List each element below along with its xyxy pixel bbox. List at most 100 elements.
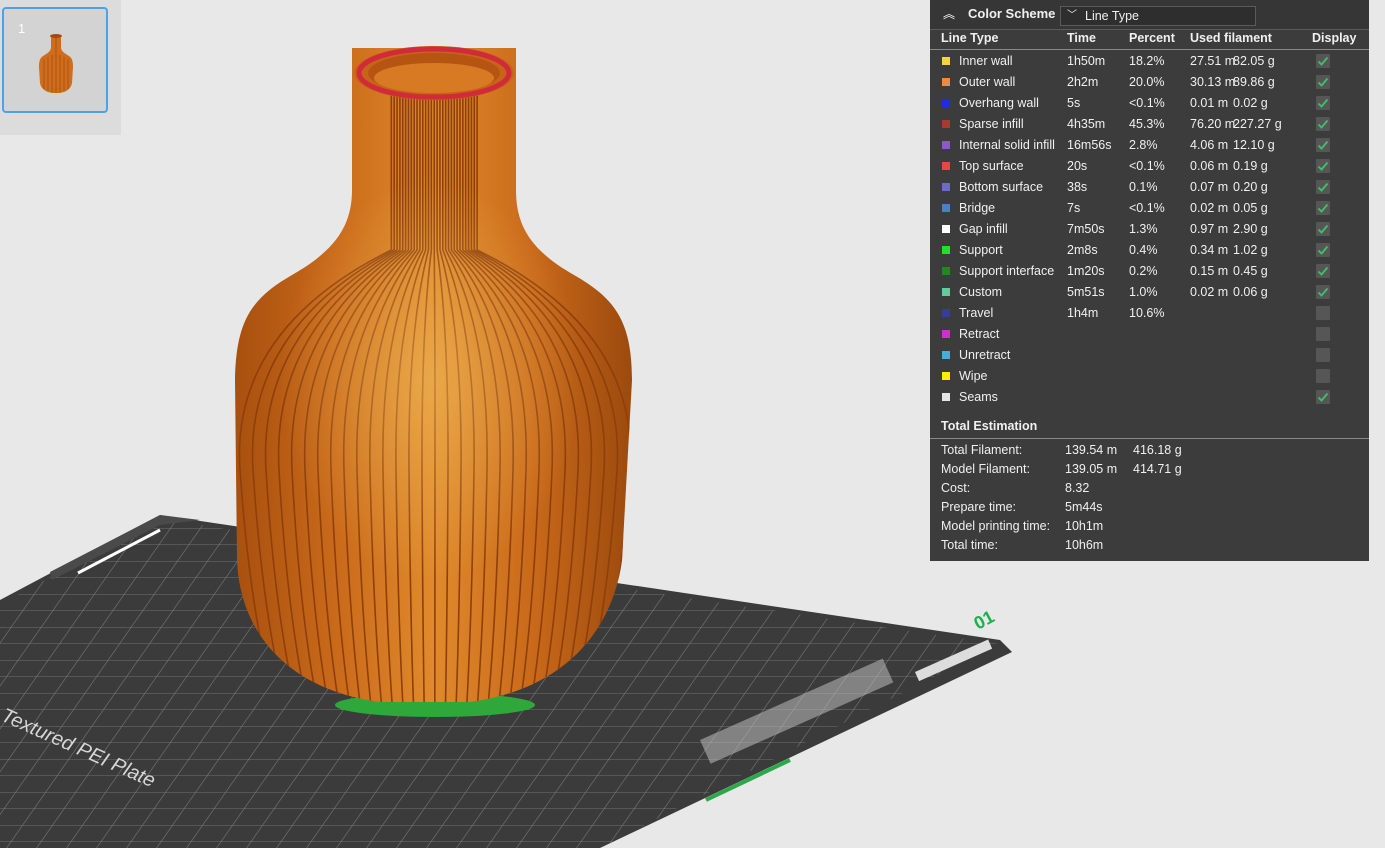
line-type-time: 1h4m — [1067, 306, 1099, 320]
col-percent: Percent — [1129, 31, 1175, 45]
display-checkbox[interactable] — [1316, 201, 1330, 215]
display-checkbox[interactable] — [1316, 75, 1330, 89]
line-type-weight: 2.90 g — [1233, 222, 1268, 236]
line-type-percent: 1.3% — [1129, 222, 1158, 236]
legend-row[interactable]: Inner wall 1h50m 18.2% 27.51 m 82.05 g — [930, 51, 1369, 72]
legend-row[interactable]: Top surface 20s <0.1% 0.06 m 0.19 g — [930, 156, 1369, 177]
line-type-percent: 1.0% — [1129, 285, 1158, 299]
display-checkbox[interactable] — [1316, 54, 1330, 68]
legend-row[interactable]: Support 2m8s 0.4% 0.34 m 1.02 g — [930, 240, 1369, 261]
line-type-weight: 227.27 g — [1233, 117, 1282, 131]
legend-row[interactable]: Overhang wall 5s <0.1% 0.01 m 0.02 g — [930, 93, 1369, 114]
total-label: Total time: — [941, 538, 998, 552]
display-checkbox[interactable] — [1316, 369, 1330, 383]
line-type-name: Bottom surface — [959, 180, 1044, 194]
line-type-name: Custom — [959, 285, 1003, 299]
checkmark-icon — [1317, 392, 1329, 402]
legend-row[interactable]: Internal solid infill 16m56s 2.8% 4.06 m 12.… — [930, 135, 1369, 156]
total-row: Prepare time: 5m44s — [930, 498, 1369, 517]
totals-divider — [930, 438, 1369, 439]
legend-row[interactable]: Seams — [930, 387, 1369, 408]
chevron-down-icon: ﹀ — [1067, 10, 1077, 21]
legend-row[interactable]: Travel 1h4m 10.6% — [930, 303, 1369, 324]
line-type-percent: 20.0% — [1129, 75, 1165, 89]
plate-thumbnail-number: 1 — [18, 21, 26, 36]
legend-row[interactable]: Unretract — [930, 345, 1369, 366]
checkmark-icon — [1317, 98, 1329, 108]
legend-row[interactable]: Bridge 7s <0.1% 0.02 m 0.05 g — [930, 198, 1369, 219]
color-swatch — [942, 351, 950, 359]
legend-row[interactable]: Custom 5m51s 1.0% 0.02 m 0.06 g — [930, 282, 1369, 303]
display-checkbox[interactable] — [1316, 264, 1330, 278]
legend-row[interactable]: Retract — [930, 324, 1369, 345]
total-value: 8.32 — [1065, 481, 1090, 495]
vase-model[interactable] — [235, 46, 632, 705]
display-checkbox[interactable] — [1316, 96, 1330, 110]
display-checkbox[interactable] — [1316, 327, 1330, 341]
color-swatch — [942, 393, 950, 401]
line-type-weight: 0.45 g — [1233, 264, 1268, 278]
display-checkbox[interactable] — [1316, 180, 1330, 194]
legend-row[interactable]: Gap infill 7m50s 1.3% 0.97 m 2.90 g — [930, 219, 1369, 240]
line-type-percent: 10.6% — [1129, 306, 1165, 320]
line-type-name: Support — [959, 243, 1003, 257]
legend-row[interactable]: Wipe — [930, 366, 1369, 387]
line-type-time: 5s — [1067, 96, 1081, 110]
line-type-time: 4h35m — [1067, 117, 1106, 131]
line-type-time: 7s — [1067, 201, 1081, 215]
line-type-time: 20s — [1067, 159, 1088, 173]
total-label: Model Filament: — [941, 462, 1030, 476]
line-type-time: 16m56s — [1067, 138, 1112, 152]
checkmark-icon — [1317, 245, 1329, 255]
col-time: Time — [1067, 31, 1096, 45]
legend-row[interactable]: Sparse infill 4h35m 45.3% 76.20 m 227.27 g — [930, 114, 1369, 135]
display-checkbox[interactable] — [1316, 222, 1330, 236]
total-estimation-title: Total Estimation — [941, 419, 1038, 433]
display-checkbox[interactable] — [1316, 390, 1330, 404]
color-swatch — [942, 162, 950, 170]
line-type-time: 1m20s — [1067, 264, 1105, 278]
total-row: Model printing time: 10h1m — [930, 517, 1369, 536]
checkmark-icon — [1317, 266, 1329, 276]
checkmark-icon — [1317, 56, 1329, 66]
display-checkbox[interactable] — [1316, 117, 1330, 131]
line-type-name: Gap infill — [959, 222, 1008, 236]
display-checkbox[interactable] — [1316, 243, 1330, 257]
plate-thumbnail[interactable]: 1 — [2, 7, 108, 113]
line-type-name: Outer wall — [959, 75, 1016, 89]
line-type-length: 27.51 m — [1190, 54, 1236, 68]
legend-panel: ︽ Color Scheme ﹀ Line Type Line Type Tim… — [930, 0, 1369, 561]
line-type-percent: 18.2% — [1129, 54, 1165, 68]
display-checkbox[interactable] — [1316, 348, 1330, 362]
color-swatch — [942, 309, 950, 317]
legend-row[interactable]: Outer wall 2h2m 20.0% 30.13 m 89.86 g — [930, 72, 1369, 93]
collapse-chevron-icon[interactable]: ︽ — [942, 7, 956, 21]
column-divider — [930, 49, 1369, 50]
line-type-weight: 82.05 g — [1233, 54, 1275, 68]
line-type-length: 0.07 m — [1190, 180, 1229, 194]
line-type-name: Seams — [959, 390, 998, 404]
total-label: Prepare time: — [941, 500, 1017, 514]
line-type-length: 0.15 m — [1190, 264, 1229, 278]
color-swatch — [942, 99, 950, 107]
legend-row[interactable]: Bottom surface 38s 0.1% 0.07 m 0.20 g — [930, 177, 1369, 198]
display-checkbox[interactable] — [1316, 306, 1330, 320]
line-type-percent: 45.3% — [1129, 117, 1165, 131]
color-scheme-select[interactable]: ﹀ Line Type — [1060, 6, 1256, 26]
color-swatch — [942, 372, 950, 380]
legend-row[interactable]: Support interface 1m20s 0.2% 0.15 m 0.45 g — [930, 261, 1369, 282]
line-type-length: 0.02 m — [1190, 285, 1229, 299]
display-checkbox[interactable] — [1316, 285, 1330, 299]
color-swatch — [942, 204, 950, 212]
checkmark-icon — [1317, 287, 1329, 297]
line-type-length: 0.97 m — [1190, 222, 1229, 236]
total-value: 10h1m — [1065, 519, 1104, 533]
color-swatch — [942, 267, 950, 275]
line-type-name: Sparse infill — [959, 117, 1024, 131]
checkmark-icon — [1317, 161, 1329, 171]
display-checkbox[interactable] — [1316, 159, 1330, 173]
total-value: 139.54 m — [1065, 443, 1118, 457]
total-value-secondary: 416.18 g — [1133, 443, 1182, 457]
line-type-percent: 2.8% — [1129, 138, 1158, 152]
display-checkbox[interactable] — [1316, 138, 1330, 152]
